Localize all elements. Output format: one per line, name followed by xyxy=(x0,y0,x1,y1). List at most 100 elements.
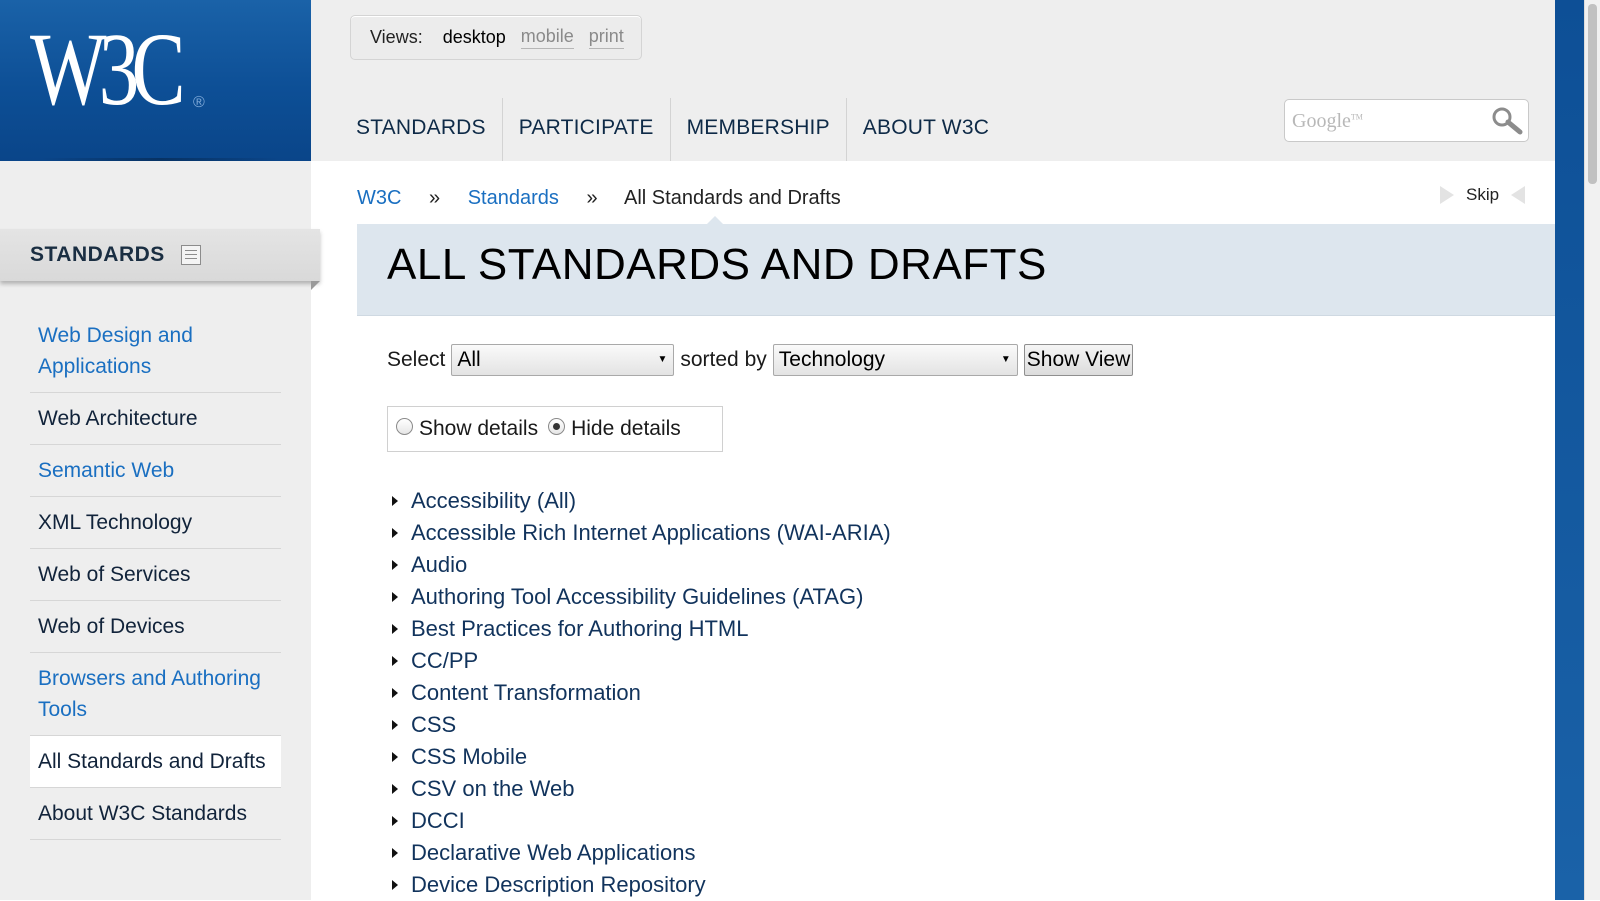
sidebar-item-xml-technology[interactable]: XML Technology xyxy=(30,497,281,549)
standard-link[interactable]: Authoring Tool Accessibility Guidelines … xyxy=(411,584,863,610)
list-menu-icon[interactable] xyxy=(181,245,201,265)
list-item[interactable]: CC/PP xyxy=(387,645,891,677)
breadcrumb-standards[interactable]: Standards xyxy=(468,187,559,209)
category-select[interactable]: All ▼ xyxy=(451,344,675,376)
standard-link[interactable]: DCCI xyxy=(411,808,465,834)
nav-membership[interactable]: MEMBERSHIP xyxy=(671,98,847,161)
skip-link[interactable]: Skip xyxy=(1440,185,1526,205)
sidebar-item-browsers-authoring[interactable]: Browsers and Authoring Tools xyxy=(30,653,281,736)
standard-link[interactable]: Best Practices for Authoring HTML xyxy=(411,616,748,642)
standards-list: Accessibility (All) Accessible Rich Inte… xyxy=(387,485,891,901)
sorted-by-label: sorted by xyxy=(680,348,767,371)
sidebar-heading-title: STANDARDS xyxy=(30,243,165,266)
standard-link[interactable]: Audio xyxy=(411,552,467,578)
sidebar-list: Web Design and Applications Web Architec… xyxy=(30,310,281,840)
standard-link[interactable]: CSS Mobile xyxy=(411,744,527,770)
sidebar-item-web-design[interactable]: Web Design and Applications xyxy=(30,310,281,393)
views-switcher: Views: desktop mobile print xyxy=(350,15,642,60)
chevron-down-icon: ▼ xyxy=(657,354,668,365)
show-details-radio[interactable] xyxy=(396,417,413,435)
registered-mark: ® xyxy=(193,94,205,111)
search-input[interactable]: GoogleTM xyxy=(1284,99,1529,142)
vertical-scrollbar[interactable] xyxy=(1584,0,1600,900)
expand-triangle-icon[interactable] xyxy=(392,624,398,634)
sidebar-heading: STANDARDS xyxy=(0,229,320,290)
search-icon[interactable] xyxy=(1490,105,1524,135)
list-item[interactable]: Accessible Rich Internet Applications (W… xyxy=(387,517,891,549)
standard-link[interactable]: Content Transformation xyxy=(411,680,641,706)
breadcrumb-current: All Standards and Drafts xyxy=(624,187,841,209)
list-item[interactable]: Authoring Tool Accessibility Guidelines … xyxy=(387,581,891,613)
skip-right-arrow-icon xyxy=(1440,186,1454,204)
expand-triangle-icon[interactable] xyxy=(392,880,398,890)
breadcrumb: W3C » Standards » All Standards and Draf… xyxy=(357,187,841,210)
view-desktop[interactable]: desktop xyxy=(443,27,506,48)
nav-standards[interactable]: STANDARDS xyxy=(340,98,503,161)
list-item[interactable]: Device Description Repository xyxy=(387,869,891,901)
search-placeholder: GoogleTM xyxy=(1292,110,1363,133)
skip-left-arrow-icon xyxy=(1511,186,1526,204)
sidebar-item-web-architecture[interactable]: Web Architecture xyxy=(30,393,281,445)
expand-triangle-icon[interactable] xyxy=(392,848,398,858)
list-item[interactable]: CSS xyxy=(387,709,891,741)
standard-link[interactable]: Device Description Repository xyxy=(411,872,706,898)
select-label: Select xyxy=(387,348,446,371)
expand-triangle-icon[interactable] xyxy=(392,656,398,666)
show-view-button[interactable]: Show View xyxy=(1023,344,1134,376)
list-item[interactable]: Audio xyxy=(387,549,891,581)
logo-text: W3C xyxy=(30,12,186,127)
list-item[interactable]: Declarative Web Applications xyxy=(387,837,891,869)
sidebar-item-all-standards[interactable]: All Standards and Drafts xyxy=(30,736,281,788)
sidebar-item-web-of-services[interactable]: Web of Services xyxy=(30,549,281,601)
breadcrumb-w3c[interactable]: W3C xyxy=(357,187,401,209)
list-item[interactable]: Accessibility (All) xyxy=(387,485,891,517)
view-print[interactable]: print xyxy=(588,26,624,49)
sort-select-value: Technology xyxy=(778,348,886,371)
standard-link[interactable]: Accessible Rich Internet Applications (W… xyxy=(411,520,891,546)
expand-triangle-icon[interactable] xyxy=(392,784,398,794)
sidebar-item-about-standards[interactable]: About W3C Standards xyxy=(30,788,281,840)
list-item[interactable]: CSS Mobile xyxy=(387,741,891,773)
search-placeholder-tm: TM xyxy=(1350,112,1363,122)
standard-link[interactable]: CSV on the Web xyxy=(411,776,574,802)
sidebar-item-semantic-web[interactable]: Semantic Web xyxy=(30,445,281,497)
sort-select[interactable]: Technology ▼ xyxy=(772,344,1018,376)
title-band: ALL STANDARDS AND DRAFTS xyxy=(357,216,1555,316)
expand-triangle-icon[interactable] xyxy=(392,816,398,826)
expand-triangle-icon[interactable] xyxy=(392,560,398,570)
standard-link[interactable]: Declarative Web Applications xyxy=(411,840,696,866)
title-notch xyxy=(707,216,723,224)
expand-triangle-icon[interactable] xyxy=(392,752,398,762)
details-toggle: Show details Hide details xyxy=(387,406,723,452)
w3c-logo[interactable]: W3C ® xyxy=(0,0,311,161)
scrollbar-thumb[interactable] xyxy=(1588,4,1597,184)
expand-triangle-icon[interactable] xyxy=(392,688,398,698)
hide-details-label[interactable]: Hide details xyxy=(571,417,681,441)
main-nav: STANDARDS PARTICIPATE MEMBERSHIP ABOUT W… xyxy=(340,98,1005,161)
list-item[interactable]: Best Practices for Authoring HTML xyxy=(387,613,891,645)
standard-link[interactable]: CSS xyxy=(411,712,456,738)
skip-label: Skip xyxy=(1466,185,1500,204)
standard-link[interactable]: CC/PP xyxy=(411,648,478,674)
expand-triangle-icon[interactable] xyxy=(392,720,398,730)
list-item[interactable]: DCCI xyxy=(387,805,891,837)
nav-participate[interactable]: PARTICIPATE xyxy=(503,98,671,161)
standard-link[interactable]: Accessibility (All) xyxy=(411,488,576,514)
show-details-label[interactable]: Show details xyxy=(419,417,538,441)
category-select-value: All xyxy=(457,348,481,371)
list-item[interactable]: Content Transformation xyxy=(387,677,891,709)
sidebar-item-web-of-devices[interactable]: Web of Devices xyxy=(30,601,281,653)
list-item[interactable]: CSV on the Web xyxy=(387,773,891,805)
sidebar: STANDARDS Web Design and Applications We… xyxy=(0,161,320,900)
heading-fold xyxy=(311,281,320,290)
hide-details-radio[interactable] xyxy=(548,417,566,435)
view-mobile[interactable]: mobile xyxy=(520,26,574,49)
nav-about-w3c[interactable]: ABOUT W3C xyxy=(847,98,1005,161)
expand-triangle-icon[interactable] xyxy=(392,528,398,538)
page-title: ALL STANDARDS AND DRAFTS xyxy=(387,240,1047,289)
expand-triangle-icon[interactable] xyxy=(392,592,398,602)
filter-row: Select All ▼ sorted by Technology ▼ Show… xyxy=(387,344,1134,376)
expand-triangle-icon[interactable] xyxy=(392,496,398,506)
breadcrumb-separator: » xyxy=(429,187,441,209)
search-placeholder-brand: Google xyxy=(1292,110,1351,132)
